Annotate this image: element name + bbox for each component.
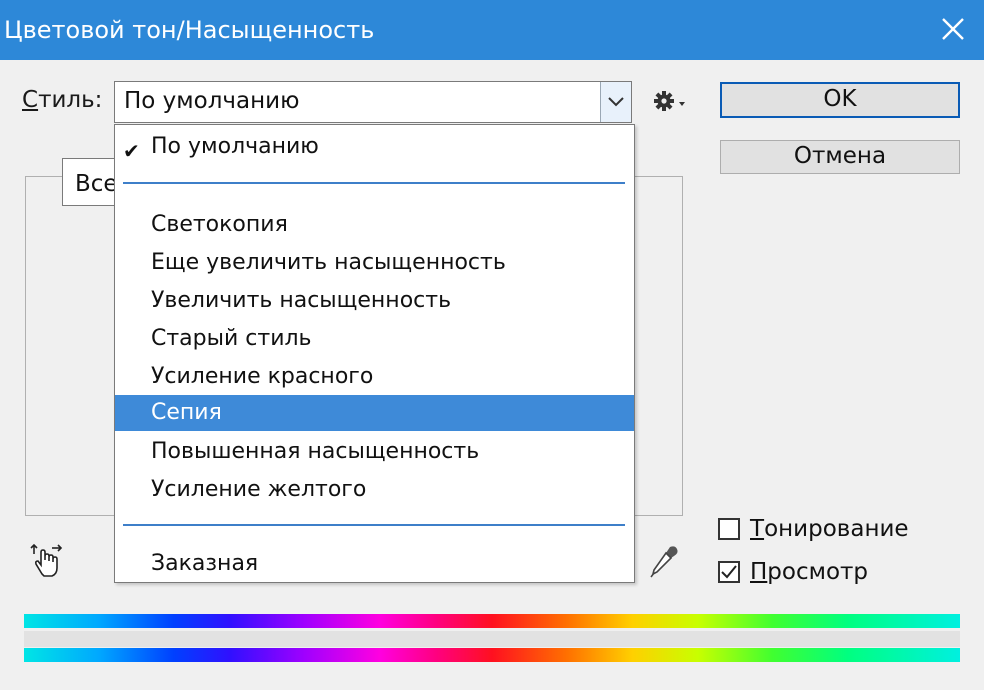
style-label-mnemonic: С — [22, 87, 39, 113]
dropdown-item-label: Усиление красного — [151, 364, 374, 389]
cancel-button[interactable]: Отмена — [720, 140, 960, 174]
dropdown-item[interactable]: Повышенная насыщенность — [115, 434, 634, 470]
dropdown-item-label: Еще увеличить насыщенность — [151, 250, 506, 275]
colorize-label: Тонирование — [750, 516, 909, 542]
style-preset-dropdown-list: ✔ По умолчанию Светокопия Еще увеличить … — [114, 124, 635, 583]
colorize-checkbox[interactable]: Тонирование — [718, 514, 909, 544]
style-preset-value: По умолчанию — [124, 88, 300, 114]
dropdown-item-label: Повышенная насыщенность — [151, 439, 480, 464]
style-label: Стиль: — [22, 87, 102, 113]
preset-options-button[interactable] — [653, 88, 687, 114]
eyedropper-tool[interactable] — [648, 544, 680, 580]
window-title: Цветовой тон/Насыщенность — [4, 16, 375, 44]
spectrum-range-slider[interactable] — [24, 631, 960, 647]
ok-button[interactable]: OK — [720, 82, 960, 118]
checkmark-icon: ✔ — [123, 139, 140, 163]
colorize-label-text: онирование — [764, 516, 909, 542]
dropdown-item[interactable]: Увеличить насыщенность — [115, 283, 634, 319]
dropdown-item[interactable]: Старый стиль — [115, 321, 634, 357]
colorize-label-mnemonic: Т — [750, 516, 765, 542]
close-button[interactable] — [930, 6, 976, 52]
dropdown-item[interactable]: Светокопия — [115, 207, 634, 243]
hand-adjust-icon — [30, 543, 63, 577]
title-bar: Цветовой тон/Насыщенность — [0, 0, 984, 60]
dropdown-arrow-button[interactable] — [600, 82, 631, 122]
dropdown-item-label: Сепия — [151, 400, 222, 425]
style-label-text: тиль: — [38, 87, 103, 113]
dropdown-item-label: Светокопия — [151, 212, 288, 237]
preview-label-text: росмотр — [767, 559, 869, 585]
output-color-spectrum — [24, 648, 960, 662]
close-icon — [942, 18, 964, 40]
checkmark-icon — [721, 565, 737, 579]
eyedropper-icon — [650, 546, 678, 578]
dropdown-item-label: Заказная — [151, 551, 259, 576]
preview-label-mnemonic: П — [750, 559, 768, 585]
dropdown-item-custom[interactable]: Заказная — [115, 546, 634, 582]
dropdown-separator — [123, 524, 625, 526]
hue-saturation-dialog: Цветовой тон/Насыщенность Стиль: По умол… — [0, 0, 984, 690]
dropdown-item-label: Старый стиль — [151, 326, 312, 351]
dropdown-item-highlighted[interactable]: Сепия — [115, 395, 634, 431]
gear-icon — [654, 91, 685, 111]
preview-checkbox[interactable]: Просмотр — [718, 557, 868, 587]
channel-select-value: Все — [75, 171, 118, 197]
dropdown-item-label: Увеличить насыщенность — [151, 288, 452, 313]
chevron-down-icon — [608, 97, 624, 107]
targeted-adjustment-tool[interactable] — [28, 540, 68, 580]
dropdown-item-default[interactable]: ✔ По умолчанию — [115, 129, 634, 165]
dropdown-item[interactable]: Еще увеличить насыщенность — [115, 245, 634, 281]
preview-label: Просмотр — [750, 559, 868, 585]
dropdown-item[interactable]: Усиление красного — [115, 359, 634, 395]
preview-checkbox-box[interactable] — [718, 561, 740, 583]
dropdown-separator — [123, 182, 625, 184]
dropdown-item[interactable]: Усиление желтого — [115, 472, 634, 508]
dropdown-item-label: По умолчанию — [151, 134, 319, 159]
colorize-checkbox-box[interactable] — [718, 518, 740, 540]
style-preset-select[interactable]: По умолчанию — [114, 81, 632, 123]
dropdown-item-label: Усиление желтого — [151, 477, 367, 502]
input-color-spectrum — [24, 614, 960, 628]
